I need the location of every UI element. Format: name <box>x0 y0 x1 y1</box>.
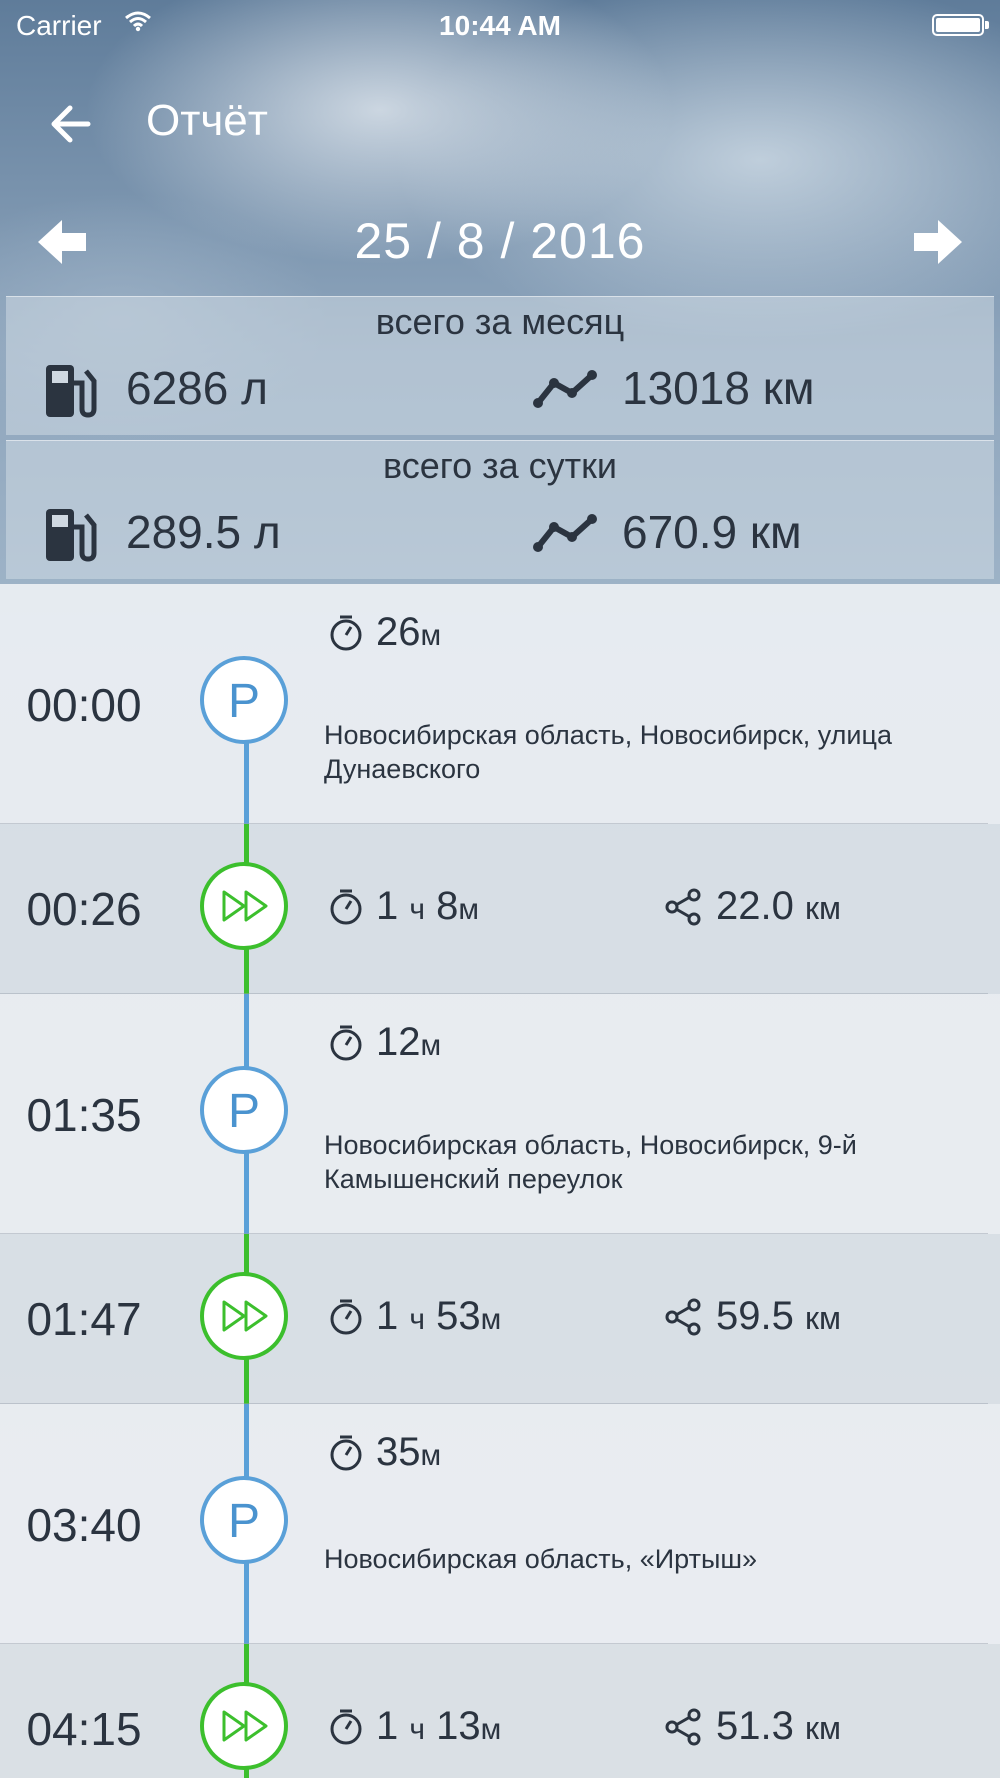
fuel-pump-icon <box>46 365 97 418</box>
month-fuel-value: 6286 л <box>126 362 268 414</box>
timeline-row-driving[interactable]: 04:15 1 ч 13м 51.3 км <box>0 1644 1000 1778</box>
nav-bar: Отчёт <box>0 80 1000 160</box>
fast-forward-icon <box>222 890 268 922</box>
fast-forward-icon <box>222 1710 268 1742</box>
parking-marker: P <box>200 1066 288 1154</box>
day-fuel-value: 289.5 л <box>126 506 281 558</box>
timer-icon <box>330 1709 362 1745</box>
timer-icon <box>330 1025 362 1061</box>
row-time: 04:15 <box>26 1703 142 1755</box>
row-time: 01:35 <box>26 1089 142 1141</box>
share-distance-icon <box>665 1708 701 1746</box>
month-summary: всего за месяц 6286 л 13018 км <box>6 296 994 435</box>
route-icon <box>533 370 597 408</box>
parking-letter: P <box>227 675 260 728</box>
current-date[interactable]: 25 / 8 / 2016 <box>0 212 1000 270</box>
driving-marker <box>200 1272 288 1360</box>
driving-marker <box>200 1682 288 1770</box>
timeline-row-parking[interactable]: 00:00 P 26м Новосибирская область, Новос… <box>0 584 1000 824</box>
day-summary: всего за сутки 289.5 л 670.9 км <box>6 440 994 579</box>
route-icon <box>533 514 597 552</box>
back-arrow-icon[interactable] <box>44 96 100 152</box>
parking-marker: P <box>200 1476 288 1564</box>
timer-icon <box>330 615 362 651</box>
duration: 12м <box>376 1020 442 1064</box>
timeline-row-driving[interactable]: 00:26 1 ч 8м 22.0 км <box>0 824 1000 994</box>
status-bar: Carrier 10:44 AM <box>0 0 1000 48</box>
row-time: 00:00 <box>26 679 142 731</box>
month-summary-title: всего за месяц <box>375 301 625 342</box>
duration: 1 ч 53м <box>376 1294 502 1338</box>
address: Новосибирская область, Новосибирск, улиц… <box>324 720 892 784</box>
fuel-pump-icon <box>46 509 97 562</box>
timer-icon <box>330 1435 362 1471</box>
day-summary-title: всего за сутки <box>383 445 617 486</box>
clock: 10:44 AM <box>439 10 561 41</box>
page-title: Отчёт <box>146 96 268 145</box>
duration: 1 ч 13м <box>376 1704 502 1748</box>
duration: 35м <box>376 1430 442 1474</box>
parking-marker: P <box>200 656 288 744</box>
share-distance-icon <box>665 1298 701 1336</box>
driving-marker <box>200 862 288 950</box>
duration: 26м <box>376 610 442 654</box>
timeline-row-parking[interactable]: 03:40 P 35м Новосибирская область, «Ирты… <box>0 1404 1000 1644</box>
month-distance-value: 13018 км <box>622 362 815 414</box>
address: Новосибирская область, Новосибирск, 9-й … <box>324 1130 857 1194</box>
next-day-icon[interactable] <box>912 216 964 268</box>
address: Новосибирская область, «Иртыш» <box>324 1544 758 1574</box>
distance: 22.0 км <box>716 884 841 928</box>
share-distance-icon <box>665 888 701 926</box>
timeline-row-driving[interactable]: 01:47 1 ч 53м 59.5 км <box>0 1234 1000 1404</box>
distance: 51.3 км <box>716 1704 841 1748</box>
duration: 1 ч 8м <box>376 884 480 928</box>
row-time: 01:47 <box>26 1293 142 1345</box>
row-time: 03:40 <box>26 1499 142 1551</box>
timeline-row-parking[interactable]: 01:35 P 12м Новосибирская область, Новос… <box>0 994 1000 1234</box>
date-selector: 25 / 8 / 2016 <box>0 200 1000 284</box>
fast-forward-icon <box>222 1300 268 1332</box>
timer-icon <box>330 889 362 925</box>
parking-letter: P <box>227 1085 260 1138</box>
timer-icon <box>330 1299 362 1335</box>
row-time: 00:26 <box>26 883 142 935</box>
distance: 59.5 км <box>716 1294 841 1338</box>
day-distance-value: 670.9 км <box>622 506 802 558</box>
battery-icon <box>932 14 989 36</box>
timeline-list[interactable]: 00:00 P 26м Новосибирская область, Новос… <box>0 584 1000 1778</box>
parking-letter: P <box>227 1495 260 1548</box>
